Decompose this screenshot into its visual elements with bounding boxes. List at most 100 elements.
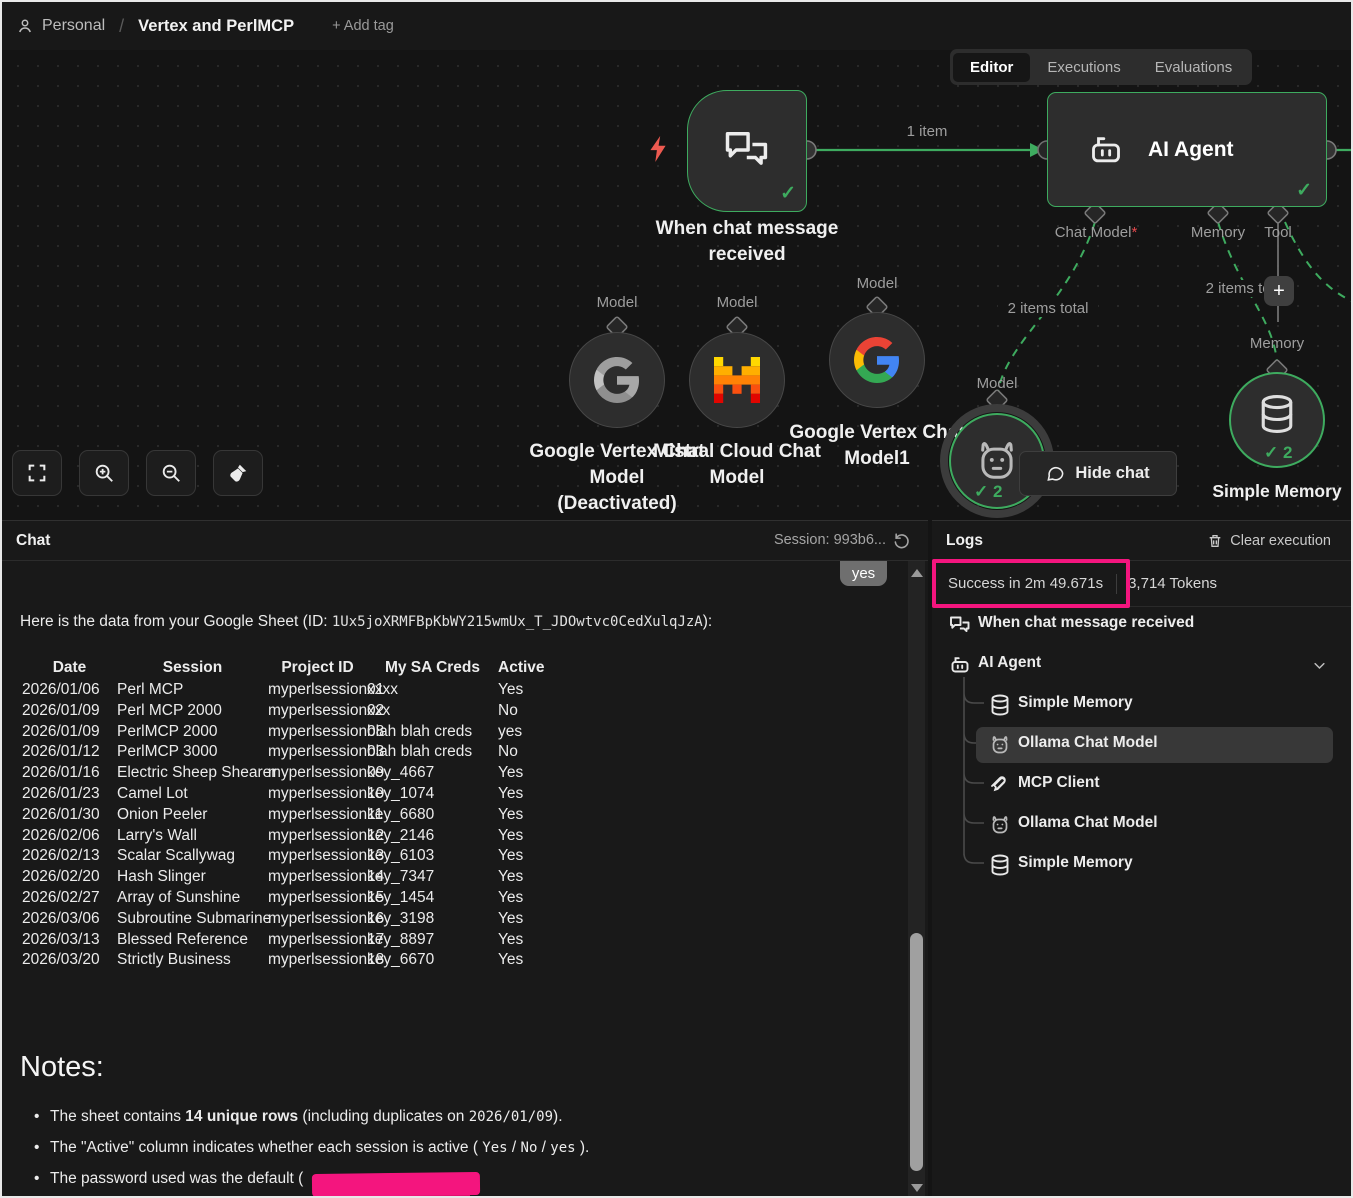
table-cell: Yes	[498, 888, 558, 909]
table-cell: 2026/01/30	[22, 805, 117, 826]
table-cell: Strictly Business	[117, 950, 268, 971]
zoom-out-button[interactable]	[146, 450, 196, 496]
col-header-active: Active	[498, 656, 558, 680]
chat-bubbles-icon	[948, 613, 972, 637]
tab-evaluations[interactable]: Evaluations	[1138, 53, 1250, 82]
table-cell: 2026/01/16	[22, 763, 117, 784]
workflow-title[interactable]: Vertex and PerlMCP	[138, 17, 294, 36]
table-cell: Camel Lot	[117, 784, 268, 805]
table-cell: Yes	[498, 950, 558, 971]
logs-panel-header: Logs Clear execution	[932, 521, 1353, 561]
table-cell: No	[498, 701, 558, 722]
table-cell: key_6680	[367, 805, 498, 826]
table-cell: 2026/01/09	[22, 701, 117, 722]
mistral-logo-icon	[714, 357, 760, 403]
database-icon	[988, 853, 1012, 877]
simple-memory-node-label: Simple Memory	[1177, 478, 1353, 504]
speech-bubble-icon	[1046, 464, 1065, 483]
session-id[interactable]: Session: 993b6...	[774, 532, 886, 548]
scrollbar-thumb[interactable]	[910, 933, 923, 1171]
workflow-canvas[interactable]: ✓ When chat message received 1 item AI A…	[2, 50, 1353, 520]
table-cell: myperlsession01	[268, 680, 367, 701]
table-cell: myperlsession18	[268, 950, 367, 971]
node-google-vertex-chat-model1[interactable]	[829, 312, 925, 408]
table-cell: Hash Slinger	[117, 867, 268, 888]
table-cell: Yes	[498, 763, 558, 784]
person-icon	[16, 17, 34, 35]
execution-status: Success in 2m 49.671s	[948, 575, 1103, 592]
table-cell: Yes	[498, 867, 558, 888]
ollama-run-badge: ✓ 2	[974, 482, 1002, 502]
table-cell: xxx	[367, 701, 498, 722]
col-header-project-id: Project ID	[268, 656, 367, 680]
table-cell: Perl MCP 2000	[117, 701, 268, 722]
summary-divider	[1116, 574, 1117, 594]
table-row: 2026/03/20Strictly Businessmyperlsession…	[22, 950, 558, 971]
table-cell: key_1074	[367, 784, 498, 805]
user-message-bubble: yes	[840, 561, 887, 586]
port-label-memory: Memory	[1237, 335, 1317, 352]
table-cell: blah blah creds	[367, 722, 498, 743]
table-cell: blah blah creds	[367, 742, 498, 763]
trash-icon	[1207, 533, 1223, 549]
log-tree-item-simple-memory[interactable]: Simple Memory	[932, 685, 1353, 725]
log-tree-item-mcp-client[interactable]: MCP Client	[932, 765, 1353, 805]
port-label-model: Model	[837, 275, 917, 292]
log-tree-item-ollama-chat-model[interactable]: Ollama Chat Model	[932, 805, 1353, 845]
tab-editor[interactable]: Editor	[953, 53, 1030, 82]
execute-lightning-icon	[647, 136, 669, 162]
table-cell: 2026/02/27	[22, 888, 117, 909]
note-active-column: The "Active" column indicates whether ea…	[50, 1139, 589, 1157]
tab-executions[interactable]: Executions	[1030, 53, 1137, 82]
robot-icon	[948, 653, 972, 677]
node-mistral-cloud-chat-model[interactable]	[689, 332, 785, 428]
breadcrumb-project[interactable]: Personal	[42, 17, 105, 35]
table-cell: Electric Sheep Shearer	[117, 763, 268, 784]
hide-chat-button[interactable]: Hide chat	[1019, 451, 1177, 496]
tidy-up-button[interactable]	[213, 450, 263, 496]
table-cell: key_3198	[367, 909, 498, 930]
chat-message-area[interactable]: Here is the data from your Google Sheet …	[2, 561, 907, 1198]
table-cell: 2026/02/20	[22, 867, 117, 888]
table-cell: myperlsession09	[268, 763, 367, 784]
add-tag-button[interactable]: + Add tag	[332, 18, 394, 34]
table-cell: Subroutine Submarine	[117, 909, 268, 930]
clear-execution-button[interactable]: Clear execution	[1207, 521, 1331, 561]
chat-scrollbar[interactable]	[908, 561, 925, 1198]
table-cell: myperlsession13	[268, 846, 367, 867]
table-row: 2026/02/13Scalar Scallywagmyperlsession1…	[22, 846, 558, 867]
table-row: 2026/01/09Perl MCP 2000myperlsession02xx…	[22, 701, 558, 722]
success-check-icon: ✓	[780, 182, 796, 205]
chat-bubbles-icon	[721, 124, 773, 176]
breadcrumb: Personal / Vertex and PerlMCP + Add tag	[2, 16, 394, 37]
log-tree-item-simple-memory[interactable]: Simple Memory	[932, 845, 1353, 885]
table-cell: key_6670	[367, 950, 498, 971]
password-redaction-annotation	[312, 1172, 480, 1197]
fit-view-button[interactable]	[12, 450, 62, 496]
table-cell: Onion Peeler	[117, 805, 268, 826]
zoom-in-button[interactable]	[79, 450, 129, 496]
node-when-chat-message-received[interactable]: ✓	[687, 90, 807, 212]
table-cell: Yes	[498, 930, 558, 951]
log-tree-item-when-chat-message-received[interactable]: When chat message received	[932, 605, 1353, 645]
table-cell: Array of Sunshine	[117, 888, 268, 909]
scroll-down-arrow[interactable]	[911, 1184, 923, 1192]
log-tree-item-ollama-chat-model[interactable]: Ollama Chat Model	[932, 725, 1353, 765]
log-tree-item-ai-agent[interactable]: AI Agent	[932, 645, 1353, 685]
scroll-up-arrow[interactable]	[911, 569, 923, 577]
node-ai-agent[interactable]: AI Agent ✓	[1047, 92, 1327, 207]
table-row: 2026/01/16Electric Sheep Shearermyperlse…	[22, 763, 558, 784]
reset-session-icon[interactable]	[893, 531, 912, 550]
table-cell: key_8897	[367, 930, 498, 951]
google-logo-icon	[854, 337, 900, 383]
chevron-down-icon[interactable]	[1312, 658, 1327, 673]
port-label-model: Model	[577, 294, 657, 311]
llama-icon	[988, 813, 1012, 837]
table-cell: myperlsession11	[268, 805, 367, 826]
note-password: The password used was the default (	[50, 1170, 303, 1188]
database-icon	[1255, 392, 1299, 436]
node-google-vertex-chat-model[interactable]	[569, 332, 665, 428]
table-row: 2026/02/27Array of Sunshinemyperlsession…	[22, 888, 558, 909]
table-cell: xxxx	[367, 680, 498, 701]
add-tool-button[interactable]: +	[1264, 276, 1294, 306]
